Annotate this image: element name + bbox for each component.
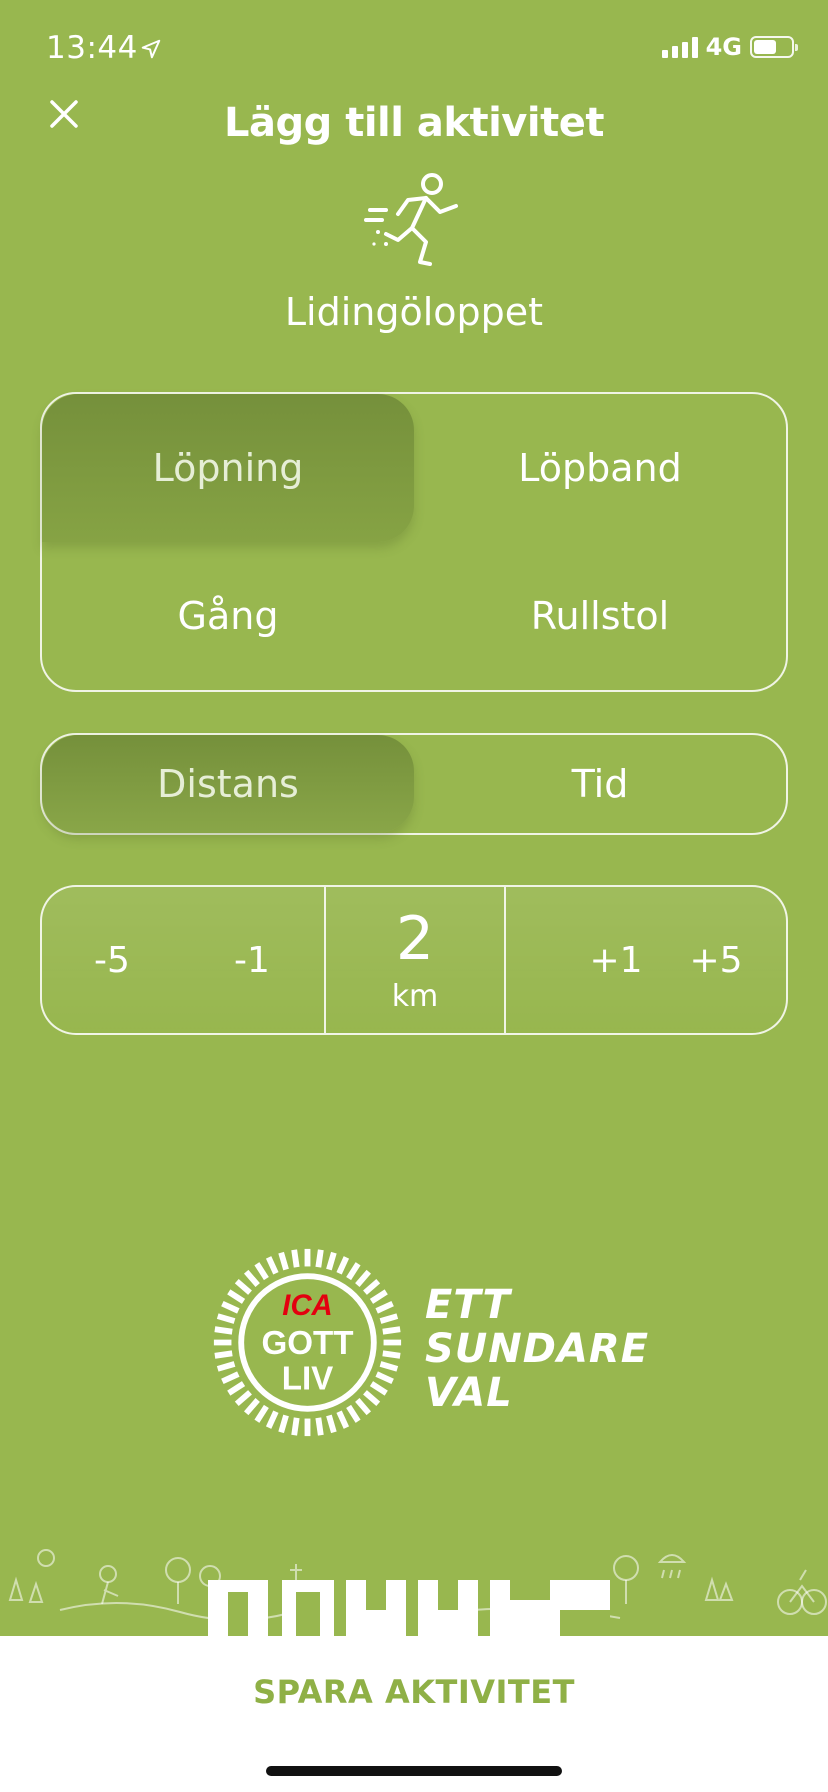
seal-ray [336, 1410, 350, 1429]
seal-ray [243, 1398, 260, 1416]
seal-ray [315, 1249, 324, 1268]
tagline-line: VAL [425, 1370, 513, 1416]
seal-ray [234, 1278, 252, 1295]
bottom-bar: SPARA AKTIVITET [0, 1636, 828, 1792]
seal-ray [375, 1300, 394, 1314]
seal-ray [355, 1269, 372, 1287]
activity-type-lopning[interactable]: Löpning [42, 394, 414, 542]
seal-text-liv: LIV [282, 1360, 334, 1397]
seal-ray [243, 1269, 260, 1287]
seal-ray [265, 1410, 279, 1429]
decrement-1-button[interactable]: -1 [182, 887, 322, 1033]
page-title: Lägg till aktivitet [224, 100, 604, 146]
ica-gott-liv-seal: ICA GOTT LIV [213, 1248, 402, 1437]
seal-ray [382, 1326, 401, 1335]
seal-ray [291, 1417, 300, 1436]
tagline-line: SUNDARE [425, 1326, 650, 1372]
seal-ray [326, 1251, 337, 1271]
seal-ray [326, 1414, 337, 1434]
distance-value-display: 2 km [326, 887, 504, 1033]
save-activity-button[interactable]: SPARA AKTIVITET [0, 1636, 828, 1748]
activity-type-gang[interactable]: Gång [42, 542, 414, 690]
activity-type-lopband[interactable]: Löpband [414, 394, 786, 542]
signal-icon [661, 36, 698, 58]
seal-ray [346, 1262, 361, 1281]
seal-ray [346, 1404, 361, 1423]
seal-ray [216, 1313, 236, 1324]
seal-ray [315, 1417, 324, 1436]
activity-type-selector: Löpning Löpband Gång Rullstol [40, 392, 788, 692]
status-bar: 13:44 4G [0, 0, 828, 100]
seal-ray [227, 1381, 246, 1396]
seal-ray [221, 1371, 240, 1385]
mode-tid[interactable]: Tid [414, 735, 786, 833]
network-label: 4G [705, 33, 742, 61]
seal-ray [278, 1414, 289, 1434]
landscape-illustration [8, 1549, 827, 1636]
seal-ray [363, 1278, 381, 1295]
status-indicators: 4G [661, 33, 798, 61]
tagline: ETT SUNDARE VAL [425, 1283, 649, 1415]
divider [504, 887, 506, 1033]
seal-ray [336, 1256, 350, 1275]
activity-name: Lidingöloppet [284, 290, 544, 334]
seal-ray [355, 1398, 372, 1416]
running-person-icon [364, 173, 458, 266]
seal-ray [363, 1390, 381, 1407]
ica-brand: ICA [282, 1290, 332, 1322]
seal-text-gott: GOTT [261, 1325, 353, 1362]
home-indicator [266, 1766, 562, 1776]
status-time: 13:44 [46, 30, 138, 66]
seal-ray [291, 1249, 300, 1268]
distance-unit: km [391, 979, 439, 1014]
distance-value: 2 [395, 904, 435, 974]
seal-ray [216, 1361, 236, 1372]
seal-ray [214, 1326, 233, 1335]
seal-ray [382, 1350, 401, 1359]
seal-ray [265, 1256, 279, 1275]
seal-ray [214, 1350, 233, 1359]
mode-distans[interactable]: Distans [42, 735, 414, 833]
distance-stepper: -5 -1 2 km +1 +5 [40, 885, 788, 1035]
seal-ray [227, 1289, 246, 1304]
seal-ray [375, 1371, 394, 1385]
seal-ray [379, 1313, 399, 1324]
location-arrow-icon [141, 39, 161, 59]
activity-type-rullstol[interactable]: Rullstol [414, 542, 786, 690]
seal-ray [369, 1381, 388, 1396]
battery-icon [750, 36, 798, 58]
increment-5-button[interactable]: +5 [646, 887, 786, 1033]
seal-ray [254, 1262, 269, 1281]
seal-ray [254, 1404, 269, 1423]
seal-ray [379, 1361, 399, 1372]
seal-ray [234, 1390, 252, 1407]
seal-ray [369, 1289, 388, 1304]
seal-ray [278, 1251, 289, 1271]
decrement-5-button[interactable]: -5 [42, 887, 182, 1033]
tagline-line: ETT [425, 1282, 511, 1328]
seal-ray [221, 1300, 240, 1314]
measure-mode-toggle: Distans Tid [40, 733, 788, 835]
ica-gott-liv-logo: ICA GOTT LIV ETT SUNDARE VAL [210, 1245, 648, 1440]
